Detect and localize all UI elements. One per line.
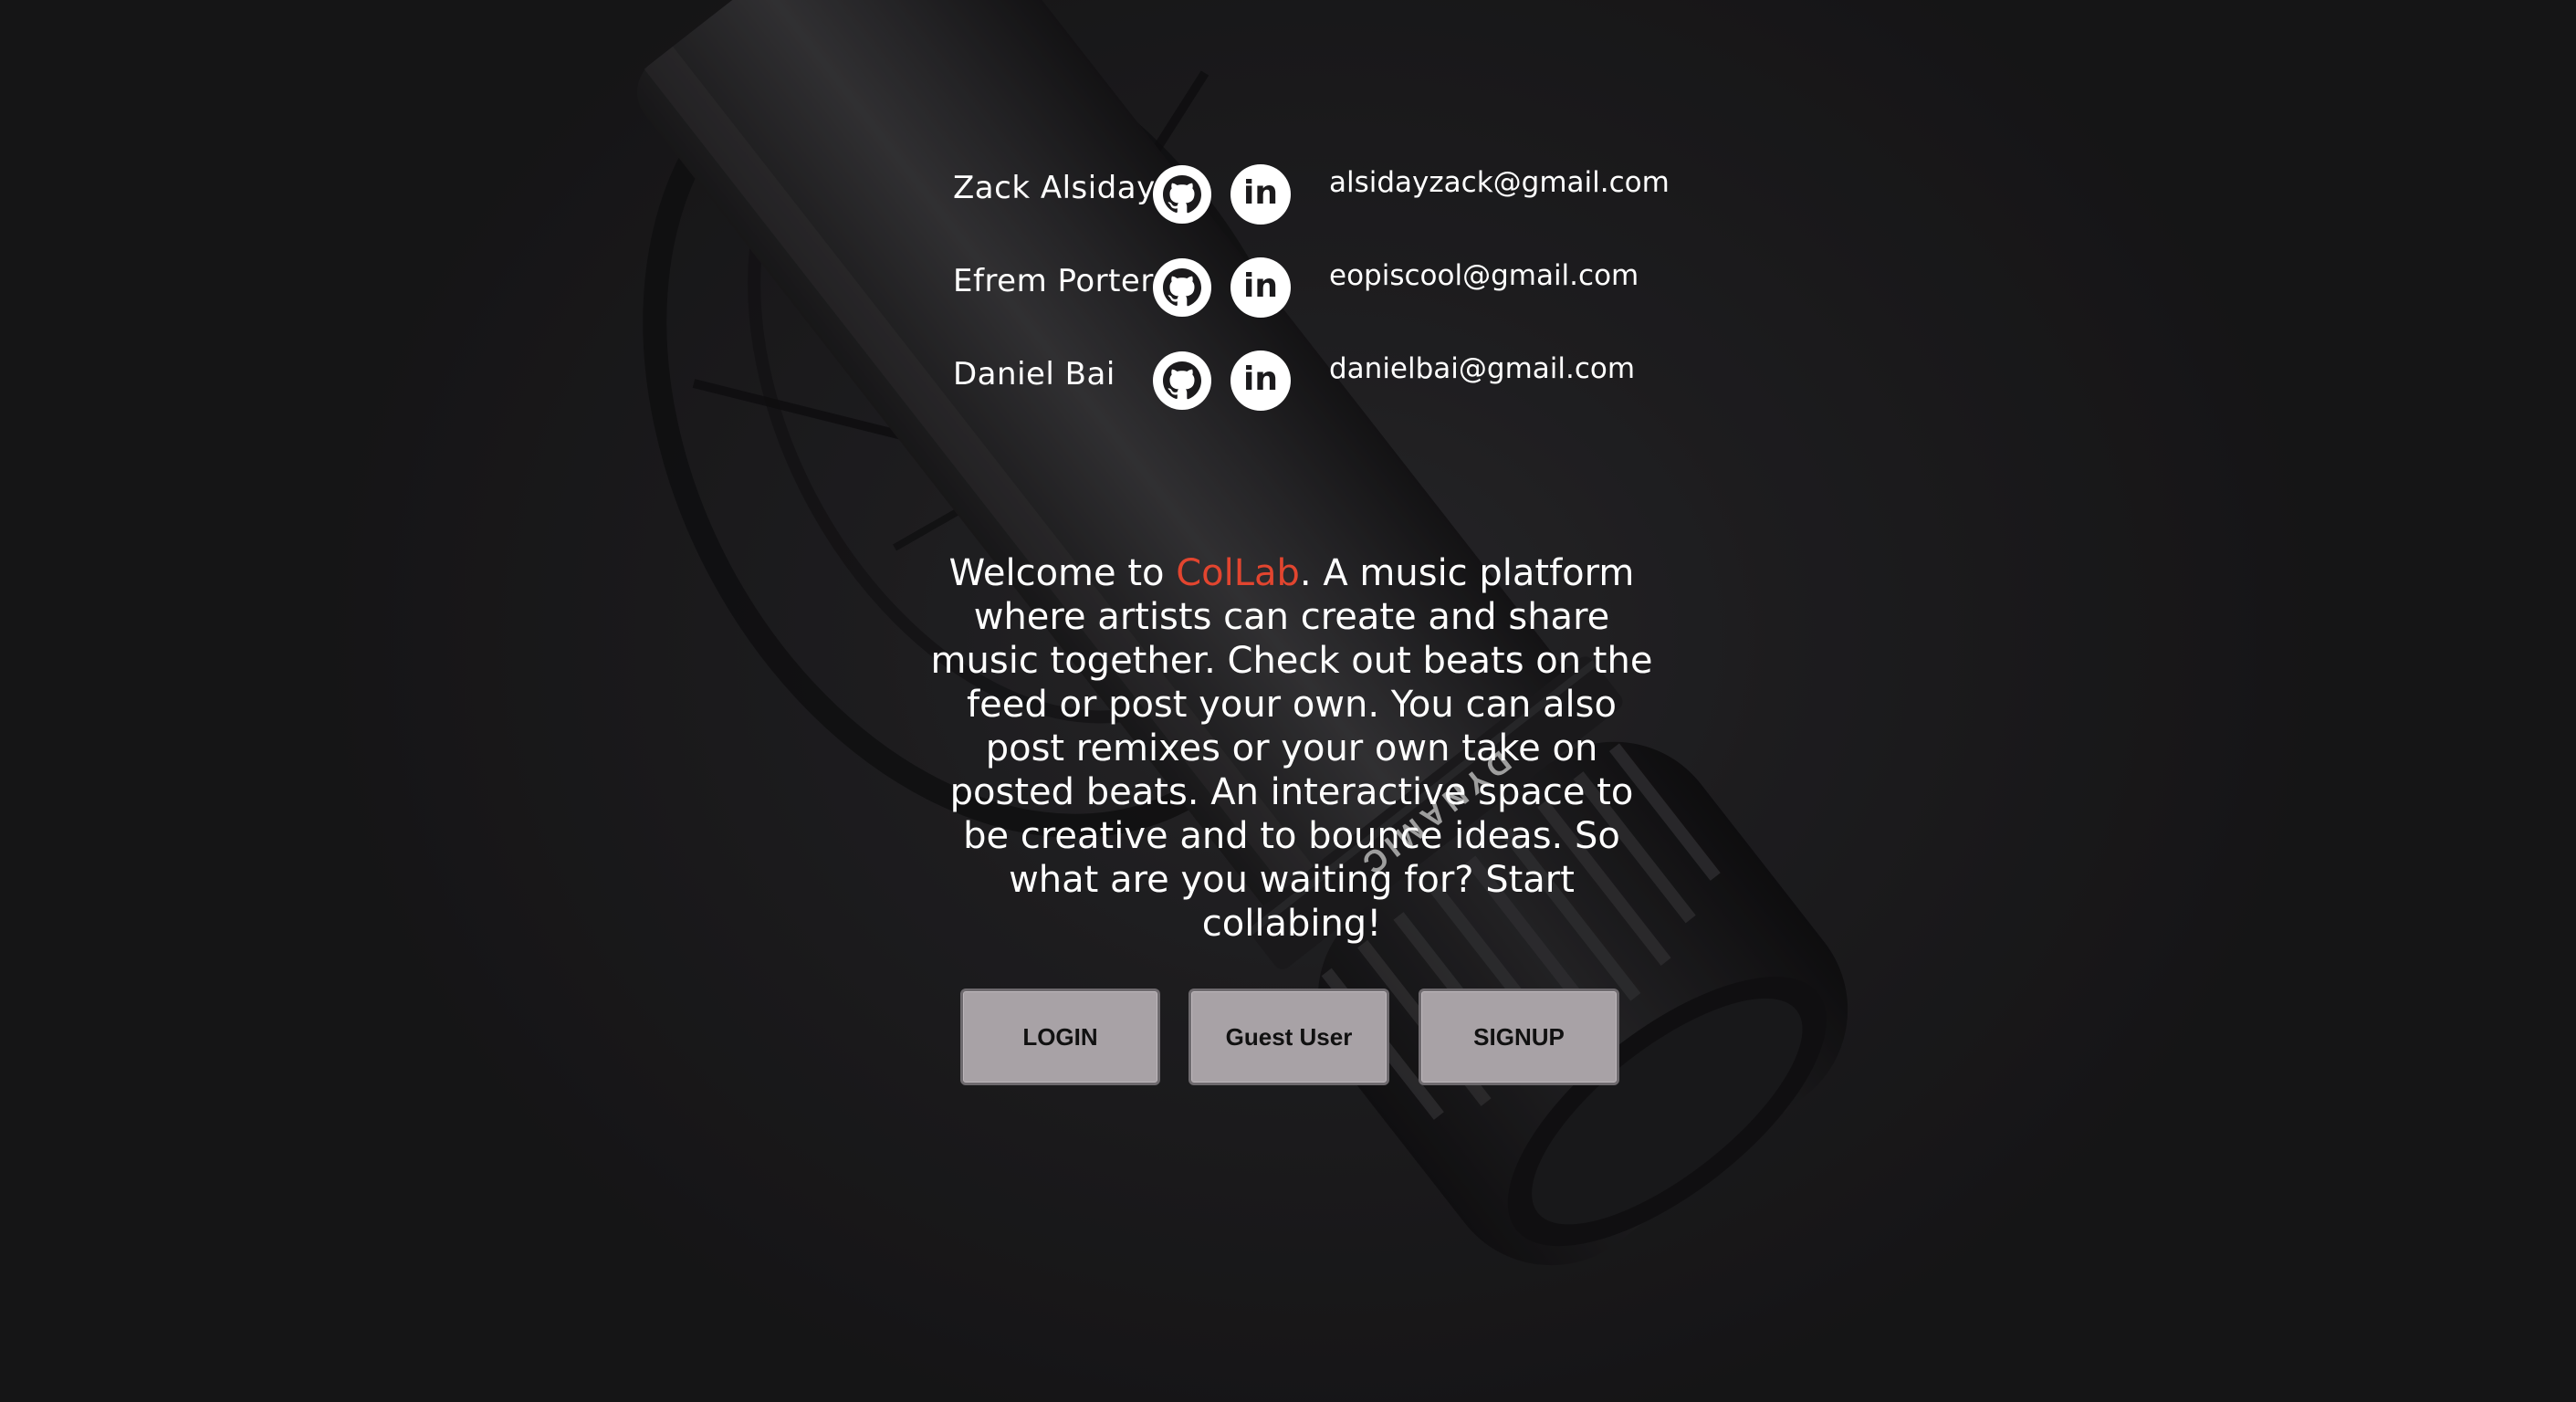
guest-user-button[interactable]: Guest User xyxy=(1189,989,1389,1085)
github-link[interactable] xyxy=(1152,257,1212,318)
github-icon xyxy=(1153,165,1211,224)
linkedin-link[interactable]: in xyxy=(1230,164,1291,225)
github-icon xyxy=(1153,258,1211,317)
team-member-efrem: Efrem Porter in eopiscool@gmail.com xyxy=(949,257,1680,350)
welcome-text: Welcome to ColLab. A music platform wher… xyxy=(922,551,1661,946)
github-icon xyxy=(1153,351,1211,410)
linkedin-link[interactable]: in xyxy=(1230,350,1291,411)
github-link[interactable] xyxy=(1152,350,1212,411)
welcome-prefix: Welcome to xyxy=(948,552,1177,594)
team-member-daniel: Daniel Bai in danielbai@gmail.com xyxy=(949,350,1680,444)
member-name: Efrem Porter xyxy=(953,263,1154,299)
member-email: alsidayzack@gmail.com xyxy=(1329,166,1670,199)
github-link[interactable] xyxy=(1152,164,1212,225)
member-name: Daniel Bai xyxy=(953,356,1115,392)
member-email: eopiscool@gmail.com xyxy=(1329,259,1639,292)
login-button[interactable]: LOGIN xyxy=(960,989,1160,1085)
member-email: danielbai@gmail.com xyxy=(1329,352,1636,385)
brand-name: ColLab xyxy=(1176,552,1300,594)
welcome-body: . A music platform where artists can cre… xyxy=(930,552,1653,945)
linkedin-icon: in xyxy=(1243,174,1278,212)
signup-button[interactable]: SIGNUP xyxy=(1419,989,1619,1085)
team-contacts: Zack Alsiday in alsidayzack@gmail.com Ef… xyxy=(949,164,1680,444)
linkedin-icon: in xyxy=(1243,267,1278,305)
member-name: Zack Alsiday xyxy=(953,170,1156,206)
linkedin-link[interactable]: in xyxy=(1230,257,1291,318)
linkedin-icon: in xyxy=(1243,361,1278,398)
team-member-zack: Zack Alsiday in alsidayzack@gmail.com xyxy=(949,164,1680,257)
